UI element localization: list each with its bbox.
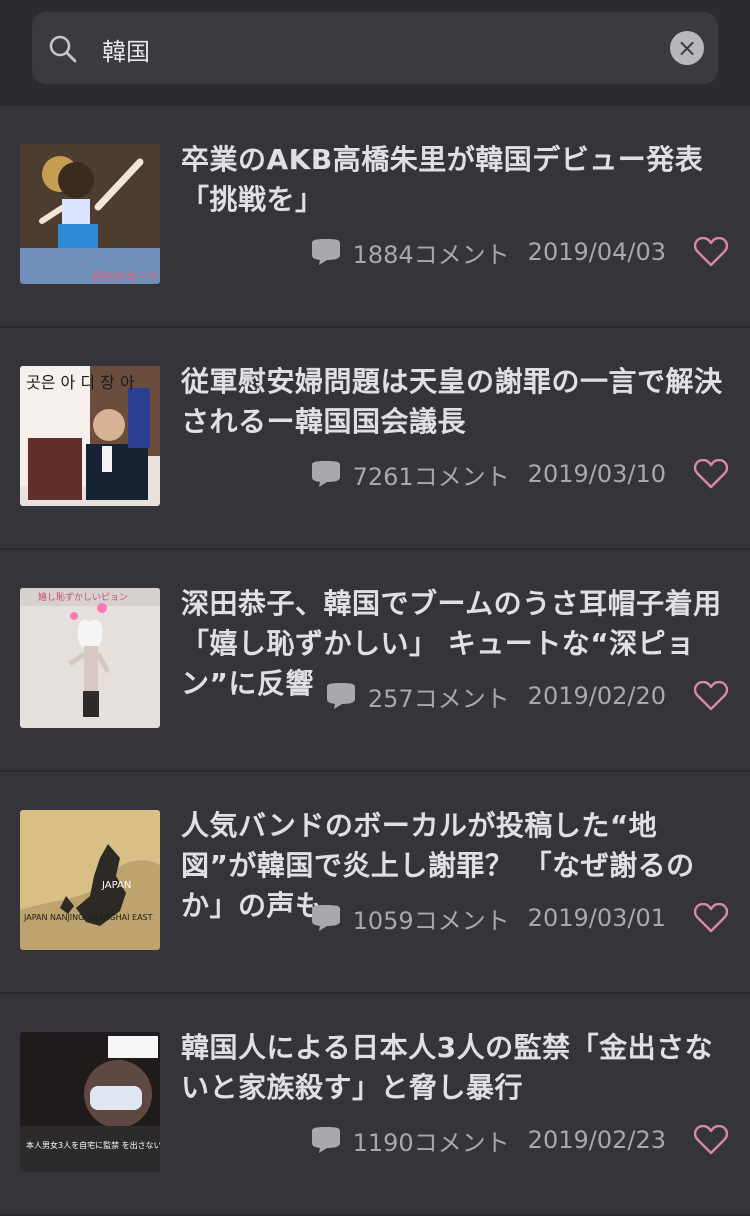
heart-icon[interactable] (694, 237, 728, 267)
heart-icon[interactable] (694, 1125, 728, 1155)
news-thumbnail-5[interactable]: 本人男女3人を自宅に監禁 を出さないと家族を殺す」と脅し (20, 1032, 160, 1172)
comment-count: 1190コメント (352, 1128, 510, 1157)
news-item-2[interactable]: 곳은 아 디 장 아 従軍慰安婦問題は天皇の謝罪の一言で解決されるー韓国国会議長… (0, 328, 750, 550)
news-headline-5[interactable]: 韓国人による日本人3人の監禁「金出さないと家族殺す」と脅し暴行 (181, 1028, 729, 1108)
news-meta-4: 1059コメント 2019/03/01 (309, 898, 728, 938)
news-meta-5: 1190コメント 2019/02/23 (309, 1120, 728, 1160)
news-thumbnail-4[interactable]: JAPAN JAPAN NANJING SHANGHAI EAST (20, 810, 160, 950)
search-input[interactable]: 韓国 (102, 32, 150, 67)
search-header: 韓国 × (0, 0, 750, 106)
search-bar[interactable]: 韓国 × (32, 12, 718, 84)
news-item-3[interactable]: 嬉し恥ずかしいピョン 深田恭子、韓国でブームのうさ耳帽子着用「嬉し恥ずかしい」 … (0, 550, 750, 772)
comment-icon (311, 905, 340, 931)
news-meta-2: 7261コメント 2019/03/10 (309, 454, 728, 494)
svg-text:곳은 아 디 장 아: 곳은 아 디 장 아 (26, 373, 135, 392)
heart-icon[interactable] (694, 681, 728, 711)
heart-icon[interactable] (694, 903, 728, 933)
news-item-1[interactable]: 日刊スポーツ 卒業のAKB高橋朱里が韓国デビュー発表「挑戦を」 1884コメント… (0, 106, 750, 328)
svg-text:JAPAN: JAPAN (101, 880, 131, 891)
news-item-5[interactable]: 本人男女3人を自宅に監禁 を出さないと家族を殺す」と脅し 韓国人による日本人3人… (0, 994, 750, 1216)
comment-icon (311, 461, 340, 487)
svg-text:本人男女3人を自宅に監禁 を出さないと家族を殺す」と脅し: 本人男女3人を自宅に監禁 を出さないと家族を殺す」と脅し (26, 1140, 160, 1150)
heart-icon[interactable] (694, 459, 728, 489)
news-date: 2019/04/03 (527, 238, 666, 266)
news-item-4[interactable]: JAPAN JAPAN NANJING SHANGHAI EAST 人気バンドの… (0, 772, 750, 994)
comment-icon (311, 1127, 340, 1153)
news-headline-1[interactable]: 卒業のAKB高橋朱里が韓国デビュー発表「挑戦を」 (181, 140, 729, 220)
svg-text:JAPAN NANJING SHANGHAI EAST: JAPAN NANJING SHANGHAI EAST (23, 913, 153, 922)
news-meta-1: 1884コメント 2019/04/03 (309, 232, 728, 272)
news-headline-2[interactable]: 従軍慰安婦問題は天皇の謝罪の一言で解決されるー韓国国会議長 (181, 362, 729, 442)
news-thumbnail-3[interactable]: 嬉し恥ずかしいピョン (20, 588, 160, 728)
news-date: 2019/02/23 (527, 1126, 666, 1154)
search-icon (49, 35, 77, 63)
comment-count: 1884コメント (352, 240, 510, 269)
comment-count: 1059コメント (352, 906, 510, 935)
news-meta-3: 257コメント 2019/02/20 (324, 676, 728, 716)
comment-icon (311, 239, 340, 265)
comment-count: 7261コメント (352, 462, 510, 491)
news-list: 日刊スポーツ 卒業のAKB高橋朱里が韓国デビュー発表「挑戦を」 1884コメント… (0, 106, 750, 1216)
close-circle-icon[interactable]: × (670, 31, 704, 65)
svg-text:日刊スポーツ: 日刊スポーツ (92, 270, 158, 283)
comment-count: 257コメント (367, 684, 510, 713)
news-thumbnail-2[interactable]: 곳은 아 디 장 아 (20, 366, 160, 506)
news-date: 2019/03/10 (527, 460, 666, 488)
comment-icon (326, 683, 355, 709)
news-date: 2019/02/20 (527, 682, 666, 710)
news-thumbnail-1[interactable]: 日刊スポーツ (20, 144, 160, 284)
news-date: 2019/03/01 (527, 904, 666, 932)
svg-text:嬉し恥ずかしいピョン: 嬉し恥ずかしいピョン (38, 591, 128, 603)
